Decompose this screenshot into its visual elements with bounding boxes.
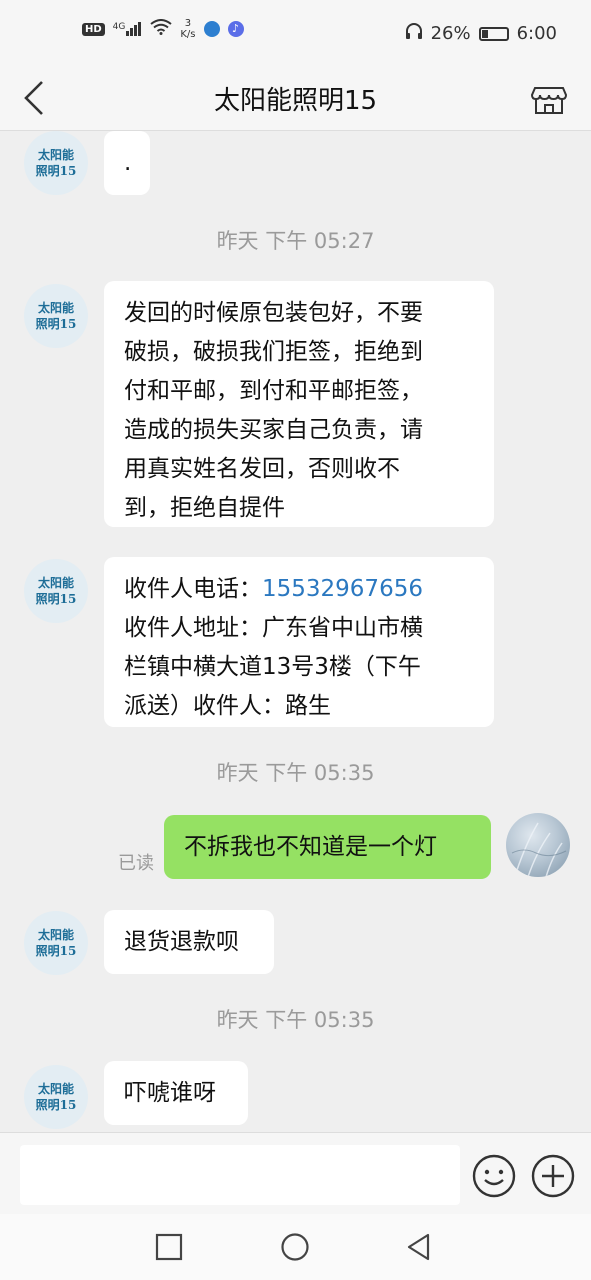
avatar[interactable]: 太阳能照明15 xyxy=(24,559,88,623)
headphone-icon xyxy=(405,22,423,45)
avatar-label-line2: 照明15 xyxy=(35,1098,77,1112)
my-avatar[interactable] xyxy=(506,813,570,877)
avatar[interactable]: 太阳能照明15 xyxy=(24,911,88,975)
app-notification-icon xyxy=(203,21,220,37)
status-left: HD 4G 3 K/s ♪ xyxy=(82,18,244,40)
wifi-icon xyxy=(150,19,172,39)
plus-circle-icon[interactable] xyxy=(530,1153,576,1199)
message-input[interactable] xyxy=(20,1145,460,1205)
avatar[interactable]: 太阳能照明15 xyxy=(24,284,88,348)
recent-apps-square-icon[interactable] xyxy=(154,1232,184,1262)
signal-label: 4G xyxy=(112,22,126,32)
message-line: 付和平邮，到付和平邮拒签， xyxy=(124,378,423,404)
speed-value: 3 xyxy=(184,18,192,29)
phone-link[interactable]: 15532967656 xyxy=(262,576,423,602)
hd-badge-icon: HD xyxy=(82,22,105,36)
back-triangle-icon[interactable] xyxy=(404,1232,434,1262)
avatar-label-line2: 照明15 xyxy=(35,592,77,606)
message-text: 吓唬谁呀 xyxy=(124,1080,216,1106)
network-speed: 3 K/s xyxy=(180,18,195,40)
message-bubble[interactable]: 发回的时候原包装包好，不要 破损，破损我们拒签，拒绝到 付和平邮，到付和平邮拒签… xyxy=(104,281,494,527)
home-circle-icon[interactable] xyxy=(280,1232,310,1262)
battery-percent: 26% xyxy=(430,23,471,44)
message-line: 破损，破损我们拒签，拒绝到 xyxy=(124,339,423,365)
timestamp: 昨天 下午 05:27 xyxy=(216,229,375,253)
read-status: 已读 xyxy=(118,853,154,874)
battery-icon xyxy=(478,26,509,41)
chat-header: 太阳能照明15 xyxy=(0,68,591,131)
battery-fill xyxy=(481,29,489,38)
system-nav-bar xyxy=(0,1214,591,1280)
message-text: . xyxy=(124,150,132,176)
avatar-label-line1: 太阳能 xyxy=(37,576,74,590)
message-line: 派送）收件人：路生 xyxy=(124,693,331,719)
timestamp: 昨天 下午 05:35 xyxy=(216,761,375,785)
status-bar: HD 4G 3 K/s ♪ 26% 6:00 xyxy=(0,0,591,68)
message-line: 到，拒绝自提件 xyxy=(124,495,285,521)
speed-unit: K/s xyxy=(180,29,196,40)
emoji-smile-icon[interactable] xyxy=(471,1153,517,1199)
message-bubble[interactable]: . xyxy=(104,131,150,195)
avatar-label-line1: 太阳能 xyxy=(37,1082,74,1096)
avatar-label-line1: 太阳能 xyxy=(37,148,74,162)
sent-message-bubble[interactable]: 不拆我也不知道是一个灯 xyxy=(164,815,491,879)
input-bar xyxy=(0,1132,591,1215)
message-bubble[interactable]: 收件人电话：15532967656 收件人地址：广东省中山市横 栏镇中横大道13… xyxy=(104,557,494,727)
message-line: 栏镇中横大道13号3楼（下午 xyxy=(124,654,421,680)
storefront-icon[interactable] xyxy=(529,78,569,118)
avatar-label-line2: 照明15 xyxy=(35,317,77,331)
message-text: 不拆我也不知道是一个灯 xyxy=(184,834,437,860)
music-notification-icon: ♪ xyxy=(227,21,244,37)
avatar[interactable]: 太阳能照明15 xyxy=(24,1065,88,1129)
avatar-label-line2: 照明15 xyxy=(35,164,77,178)
message-line: 发回的时候原包装包好，不要 xyxy=(124,300,423,326)
phone-label: 收件人电话： xyxy=(124,576,262,602)
message-line: 造成的损失买家自己负责，请 xyxy=(124,417,423,443)
signal-icon: 4G xyxy=(113,22,143,36)
message-line: 收件人地址：广东省中山市横 xyxy=(124,615,423,641)
chat-area[interactable]: 太阳能 照明15 . 昨天 下午 05:27 太阳能 照明15 发回的时候原包装包好… xyxy=(0,131,591,1132)
avatar-label-line2: 照明15 xyxy=(35,944,77,958)
message-line: 用真实姓名发回，否则收不 xyxy=(124,456,400,482)
status-right: 26% 6:00 xyxy=(405,22,557,45)
avatar-label-line1: 太阳能 xyxy=(37,928,74,942)
message-bubble[interactable]: 退货退款呗 xyxy=(104,910,274,974)
message-bubble[interactable]: 吓唬谁呀 xyxy=(104,1061,248,1125)
clock: 6:00 xyxy=(516,23,557,44)
timestamp: 昨天 下午 05:35 xyxy=(216,1008,375,1032)
message-line: 收件人电话：15532967656 xyxy=(124,570,474,609)
avatar[interactable]: 太阳能照明15 xyxy=(24,131,88,195)
avatar-label-line1: 太阳能 xyxy=(37,301,74,315)
page-title: 太阳能照明15 xyxy=(213,86,378,116)
message-text: 退货退款呗 xyxy=(124,929,239,955)
